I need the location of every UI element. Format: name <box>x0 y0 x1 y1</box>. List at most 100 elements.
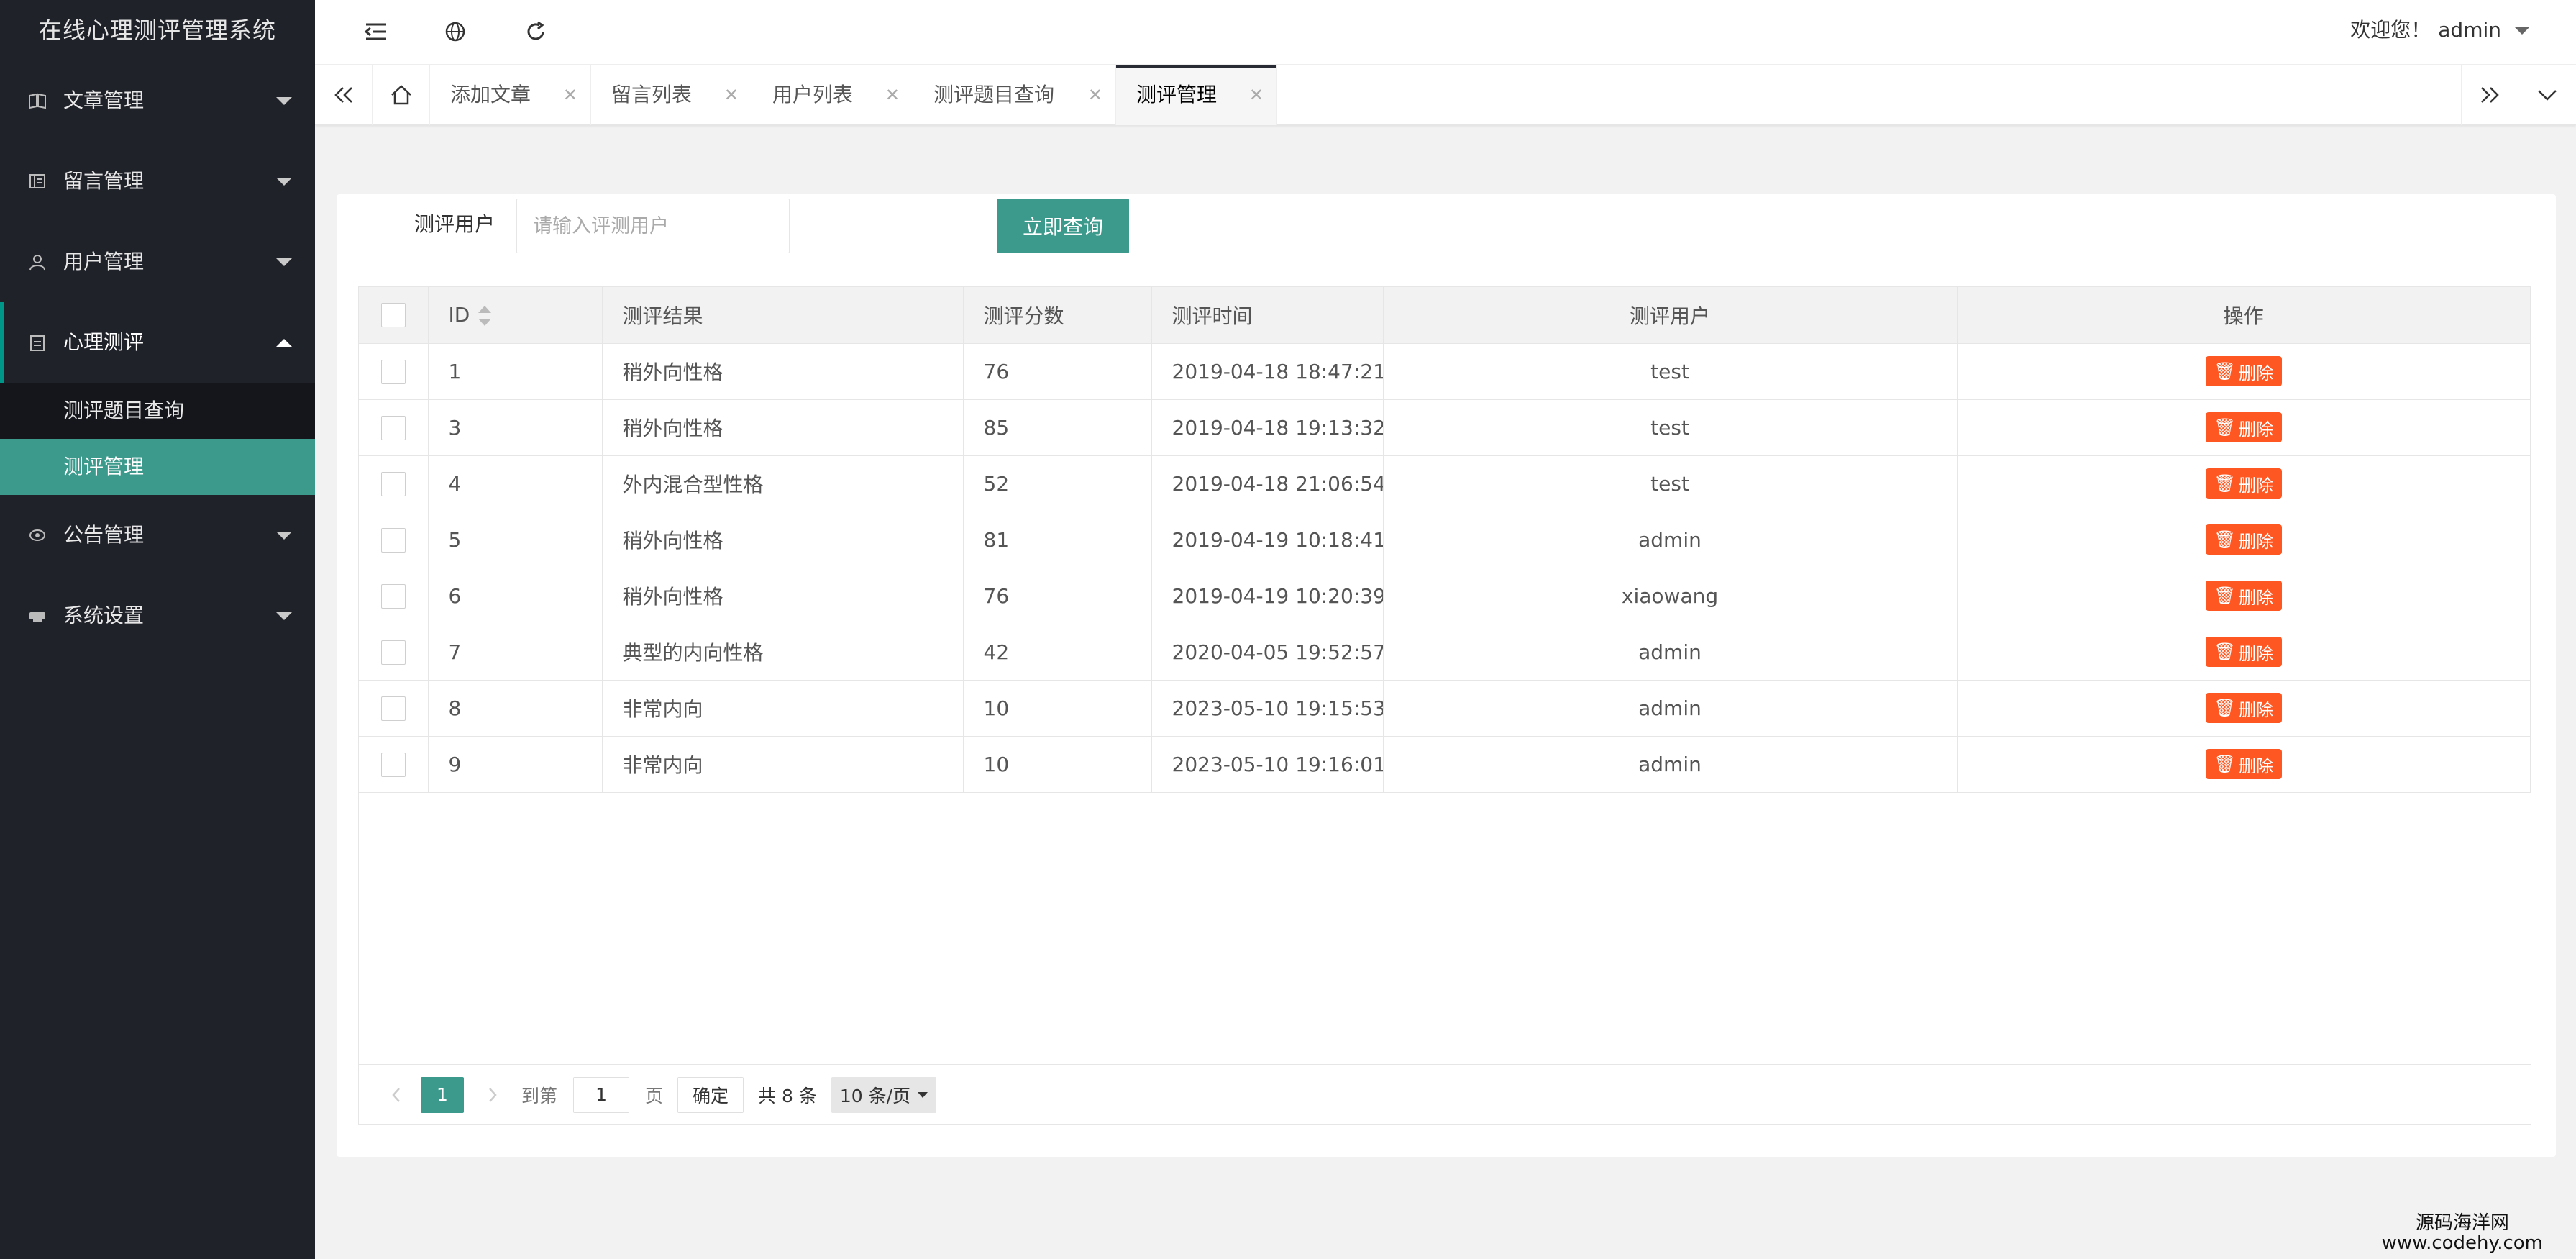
delete-button[interactable]: 🗑 删除 <box>2205 581 2282 611</box>
pagination: 1 到第 页 确定 共 8 条 10 条/页 <box>359 1064 2531 1124</box>
sidebar-subitem-assessment-manage[interactable]: 测评管理 <box>0 439 315 495</box>
tabs-scroll-left-icon[interactable] <box>315 65 373 125</box>
cell-result: 典型的内向性格 <box>602 624 964 681</box>
settings-icon <box>26 576 49 656</box>
chevron-up-icon <box>276 302 292 383</box>
cell-user: test <box>1383 399 1958 456</box>
cell-score: 85 <box>963 399 1152 456</box>
chevron-down-icon <box>2514 26 2530 35</box>
row-checkbox[interactable] <box>380 696 406 721</box>
cell-user: admin <box>1383 736 1958 793</box>
row-checkbox[interactable] <box>380 640 406 665</box>
username: admin <box>2438 18 2501 42</box>
cell-score: 76 <box>963 568 1152 624</box>
collapse-menu-icon[interactable] <box>344 0 408 63</box>
delete-button[interactable]: 🗑 删除 <box>2205 412 2282 442</box>
sidebar-submenu: 测评题目查询 测评管理 <box>0 383 315 495</box>
sidebar-item-announcements[interactable]: 公告管理 <box>0 495 315 576</box>
tab-label: 添加文章 <box>450 83 531 106</box>
delete-button[interactable]: 🗑 删除 <box>2205 524 2282 555</box>
delete-button[interactable]: 🗑 删除 <box>2205 693 2282 723</box>
delete-button[interactable]: 🗑 删除 <box>2205 637 2282 667</box>
tabs-scroll-right-icon[interactable] <box>2461 65 2518 125</box>
close-icon[interactable]: ✕ <box>1249 65 1264 125</box>
welcome-text: 欢迎您！ <box>2350 18 2431 42</box>
prev-page-icon[interactable] <box>382 1077 411 1113</box>
sort-icon[interactable] <box>478 306 492 327</box>
refresh-icon[interactable] <box>503 0 568 63</box>
column-header-actions: 操作 <box>1957 287 2531 344</box>
close-icon[interactable]: ✕ <box>885 65 900 125</box>
goto-page-input[interactable] <box>573 1076 630 1113</box>
announce-icon <box>26 495 49 576</box>
search-input[interactable] <box>516 199 790 253</box>
select-all-cell <box>359 287 429 344</box>
goto-label: 到第 <box>521 1085 558 1106</box>
sidebar-item-messages[interactable]: 留言管理 <box>0 141 315 222</box>
delete-button[interactable]: 🗑 删除 <box>2205 468 2282 499</box>
tab-user-list[interactable]: 用户列表 ✕ <box>752 65 913 125</box>
message-icon <box>26 141 49 222</box>
sidebar-item-articles[interactable]: 文章管理 <box>0 60 315 141</box>
cell-time: 2020-04-05 19:52:57 <box>1151 624 1384 681</box>
sidebar-item-settings[interactable]: 系统设置 <box>0 576 315 656</box>
search-bar: 测评用户 立即查询 <box>337 194 2556 258</box>
search-label: 测评用户 <box>414 212 495 236</box>
sidebar-item-label: 留言管理 <box>63 169 145 193</box>
cell-time: 2023-05-10 19:15:53 <box>1151 680 1384 737</box>
user-menu[interactable]: 欢迎您！ admin <box>2350 0 2530 60</box>
clipboard-icon <box>26 302 49 383</box>
tab-question-query[interactable]: 测评题目查询 ✕ <box>913 65 1116 125</box>
row-checkbox[interactable] <box>380 527 406 553</box>
globe-icon[interactable] <box>423 0 488 63</box>
cell-result: 稍外向性格 <box>602 343 964 400</box>
search-button[interactable]: 立即查询 <box>997 199 1129 253</box>
content-card: 测评用户 立即查询 ID 测评结果 测评分数 测评时间 <box>337 194 2556 1157</box>
cell-user: admin <box>1383 512 1958 568</box>
cell-id: 7 <box>428 624 603 681</box>
close-icon[interactable]: ✕ <box>563 65 577 125</box>
cell-score: 81 <box>963 512 1152 568</box>
table-row: 9 非常内向 10 2023-05-10 19:16:01 admin 🗑 删除 <box>359 736 2531 793</box>
cell-time: 2019-04-19 10:18:41 <box>1151 512 1384 568</box>
tab-message-list[interactable]: 留言列表 ✕ <box>591 65 752 125</box>
tab-assessment-manage[interactable]: 测评管理 ✕ <box>1116 65 1277 125</box>
row-checkbox[interactable] <box>380 415 406 440</box>
row-checkbox[interactable] <box>380 471 406 496</box>
column-header-result: 测评结果 <box>602 287 964 344</box>
row-checkbox[interactable] <box>380 583 406 609</box>
book-icon <box>26 60 49 141</box>
chevron-down-icon <box>276 576 292 656</box>
cell-user: xiaowang <box>1383 568 1958 624</box>
sidebar-item-label: 文章管理 <box>63 88 145 112</box>
page-number-current[interactable]: 1 <box>421 1076 464 1113</box>
next-page-icon[interactable] <box>478 1077 507 1113</box>
trash-icon: 🗑 <box>2214 529 2236 550</box>
page-size-select[interactable]: 10 条/页 <box>831 1076 937 1113</box>
column-header-id[interactable]: ID <box>428 287 603 344</box>
row-checkbox[interactable] <box>380 359 406 384</box>
close-icon[interactable]: ✕ <box>724 65 739 125</box>
cell-user: admin <box>1383 624 1958 681</box>
sidebar-subitem-question-query[interactable]: 测评题目查询 <box>0 383 315 439</box>
cell-result: 非常内向 <box>602 736 964 793</box>
close-icon[interactable]: ✕ <box>1088 65 1102 125</box>
row-checkbox[interactable] <box>380 752 406 777</box>
chevron-down-icon <box>276 141 292 222</box>
tab-add-article[interactable]: 添加文章 ✕ <box>430 65 591 125</box>
top-header: 欢迎您！ admin <box>315 0 2576 65</box>
select-all-checkbox[interactable] <box>380 303 406 328</box>
home-icon[interactable] <box>373 65 430 125</box>
sidebar-item-assessment[interactable]: 心理测评 <box>0 302 315 383</box>
column-header-user: 测评用户 <box>1383 287 1958 344</box>
goto-confirm-button[interactable]: 确定 <box>677 1076 744 1113</box>
delete-button[interactable]: 🗑 删除 <box>2205 356 2282 386</box>
table-row: 3 稍外向性格 85 2019-04-18 19:13:32 test 🗑 删除 <box>359 399 2531 456</box>
sidebar-item-users[interactable]: 用户管理 <box>0 222 315 302</box>
table-row: 8 非常内向 10 2023-05-10 19:15:53 admin 🗑 删除 <box>359 680 2531 737</box>
tabs-menu-chevron-down-icon[interactable] <box>2518 65 2576 125</box>
cell-result: 外内混合型性格 <box>602 455 964 512</box>
table-header-row: ID 测评结果 测评分数 测评时间 测评用户 操作 <box>359 287 2531 344</box>
delete-button[interactable]: 🗑 删除 <box>2205 749 2282 779</box>
chevron-down-icon <box>276 60 292 141</box>
